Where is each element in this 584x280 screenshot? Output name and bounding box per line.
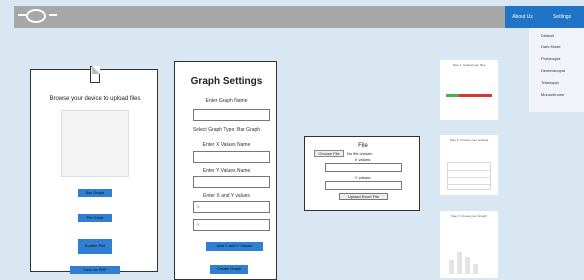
file-drop-zone[interactable] (61, 110, 129, 177)
logo-line-right (49, 14, 57, 16)
file-upload-panel: File Choose File No file chosen X values… (304, 136, 420, 211)
y-value-input[interactable]: Y (193, 219, 270, 231)
step-2-text: Step 2: Choose your settings (449, 138, 489, 142)
about-us-tab[interactable]: About Us (505, 6, 540, 28)
theme-tritanopia-item[interactable]: Tritanopia (541, 80, 559, 85)
graph-name-label: Enter Graph Name (205, 98, 248, 104)
graph-settings-panel: Graph Settings Enter Graph Name Select G… (174, 61, 277, 280)
graph-settings-title: Graph Settings (190, 76, 263, 87)
theme-dark-mode-item[interactable]: Dark Mode (541, 44, 561, 49)
settings-tab[interactable]: Settings (540, 6, 584, 28)
x-values-name-label: Enter X Values Name (202, 142, 251, 148)
file-title: File (358, 143, 368, 149)
grid-line (448, 184, 490, 185)
theme-default-item[interactable]: Default (541, 33, 554, 38)
y-values-label: Y values: (354, 175, 372, 180)
create-graph-button[interactable]: Create Graph (210, 265, 248, 274)
upload-excel-button[interactable]: Upload Excel File (339, 193, 388, 200)
bar-graph-button[interactable]: Bar Graph (78, 189, 112, 197)
mini-bar (449, 260, 454, 274)
grid-line (448, 170, 490, 171)
step-1-text: Step 1: Upload your files (452, 63, 486, 67)
x-values-input[interactable] (325, 163, 402, 172)
step-3-text: Step 3: Create your Graph! (450, 214, 488, 218)
step-2-card: Step 2: Choose your settings (440, 135, 498, 195)
mini-bar (473, 264, 478, 274)
grid-line (448, 177, 490, 178)
x-value-input[interactable]: X (193, 201, 270, 213)
top-navbar: About Us Settings (14, 6, 584, 28)
no-file-chosen-text: No file chosen (347, 151, 373, 156)
red-progress-bar (459, 94, 492, 97)
x-values-name-input[interactable] (193, 151, 270, 163)
pie-chart-button[interactable]: Pie Chart (78, 214, 112, 222)
graph-name-input[interactable] (193, 109, 270, 121)
theme-monochrome-item[interactable]: Monochrome (541, 92, 564, 97)
graph-type-label: Select Graph Type: Bar Graph (192, 127, 261, 133)
mini-bar (465, 257, 470, 274)
y-values-input[interactable] (325, 181, 402, 190)
save-as-pdf-button[interactable]: Save as PDF (70, 266, 120, 274)
mini-bar-chart-icon (447, 250, 491, 274)
theme-deuteranopia-item[interactable]: Deuteranopia (541, 68, 565, 73)
y-values-name-input[interactable] (193, 176, 270, 188)
xy-values-label: Enter X and Y values (203, 193, 250, 199)
add-xy-values-button[interactable]: Add X and Y Values (206, 242, 263, 251)
theme-protanopia-item[interactable]: Protanopia (541, 56, 560, 61)
choose-file-button[interactable]: Choose File (314, 150, 344, 157)
step-1-card: Step 1: Upload your files (440, 60, 498, 120)
theme-dropdown-menu: Default Dark Mode Protanopia Deuteranopi… (529, 28, 584, 112)
x-values-label: X values: (354, 157, 372, 162)
settings-preview-grid (447, 162, 491, 190)
document-icon (90, 66, 100, 83)
mini-bar (457, 252, 462, 274)
scatter-plot-button[interactable]: Scatter Plot (78, 239, 112, 254)
browse-label: Browse your device to upload files (49, 96, 141, 102)
upload-panel: Browse your device to upload files Bar G… (30, 66, 158, 274)
green-progress-bar (446, 94, 459, 97)
logo-icon[interactable] (26, 9, 46, 23)
y-values-name-label: Enter Y Values Name (202, 168, 251, 174)
step-3-card: Step 3: Create your Graph! (440, 211, 498, 278)
document-fold-icon (92, 66, 100, 74)
logo-line-left (18, 14, 26, 16)
